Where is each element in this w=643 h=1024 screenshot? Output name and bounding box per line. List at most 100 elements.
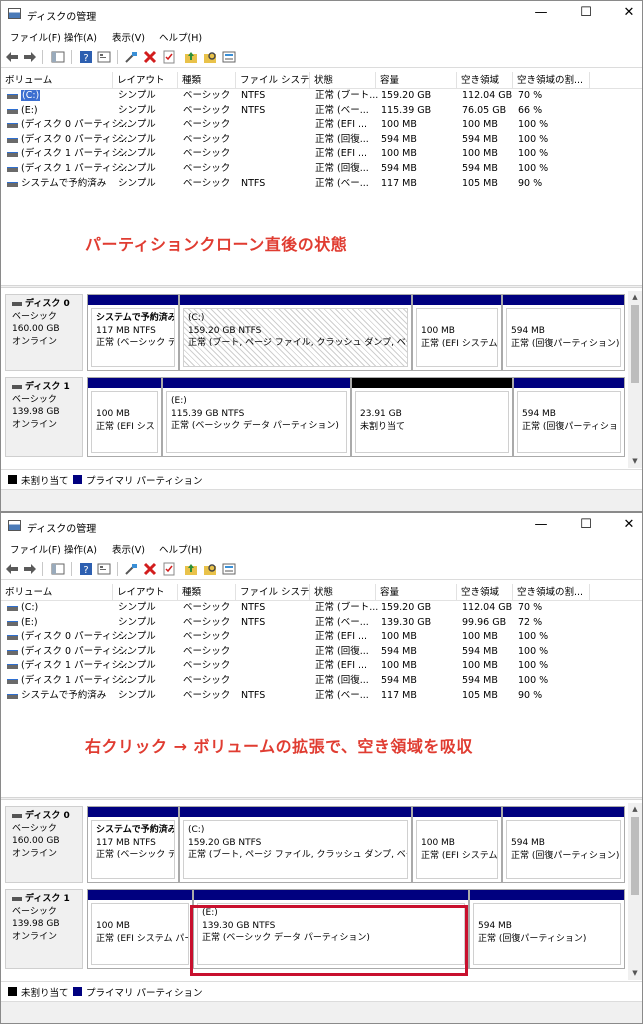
- column-header-free-percent[interactable]: 空き領域の割...: [513, 72, 590, 89]
- scroll-up-icon[interactable]: ▲: [630, 805, 640, 813]
- menu-file[interactable]: ファイル(F): [10, 542, 61, 556]
- folder-up-icon[interactable]: [184, 562, 198, 576]
- volume-row[interactable]: (ディスク 0 パーティシ... シンプル ベーシック 正常 (EFI ... …: [1, 630, 642, 645]
- disk-0-label[interactable]: ディスク 0 ベーシック 160.00 GB オンライン: [5, 806, 83, 883]
- close-button[interactable]: ✕: [621, 5, 637, 21]
- volume-row[interactable]: (ディスク 1 パーティシ... シンプル ベーシック 正常 (回復... 59…: [1, 674, 642, 689]
- partition-recovery[interactable]: 594 MB 正常 (回復パーティション): [502, 294, 625, 371]
- connect-icon[interactable]: [124, 50, 138, 64]
- scrollbar-thumb[interactable]: [631, 817, 639, 895]
- volume-row[interactable]: (C:) シンプル ベーシック NTFS 正常 (ブート... 159.20 G…: [1, 601, 642, 616]
- back-arrow-icon[interactable]: [5, 50, 19, 64]
- column-header-filesystem[interactable]: ファイル システム: [236, 584, 310, 601]
- column-header-capacity[interactable]: 容量: [376, 584, 457, 601]
- volume-row[interactable]: (ディスク 1 パーティシ... シンプル ベーシック 正常 (回復... 59…: [1, 162, 642, 177]
- disk-pane-scrollbar[interactable]: ▲ ▼: [628, 291, 642, 468]
- checklist-icon[interactable]: [162, 562, 176, 576]
- volume-row[interactable]: (ディスク 0 パーティシ... シンプル ベーシック 正常 (回復... 59…: [1, 645, 642, 660]
- view-icon[interactable]: [222, 562, 236, 576]
- volume-row[interactable]: システムで予約済み シンプル ベーシック NTFS 正常 (ベー... 117 …: [1, 177, 642, 192]
- volume-list-header: ボリューム レイアウト 種類 ファイル システム 状態 容量 空き領域 空き領域…: [1, 584, 642, 601]
- column-header-free-space[interactable]: 空き領域: [457, 584, 513, 601]
- volume-row[interactable]: (C:) シンプル ベーシック NTFS 正常 (ブート... 159.20 G…: [1, 89, 642, 104]
- menu-file[interactable]: ファイル(F): [10, 30, 61, 44]
- volume-row[interactable]: (E:) シンプル ベーシック NTFS 正常 (ベー... 139.30 GB…: [1, 616, 642, 631]
- disk-pane-scrollbar[interactable]: ▲ ▼: [628, 803, 642, 980]
- column-header-type[interactable]: 種類: [178, 584, 236, 601]
- maximize-button[interactable]: ☐: [578, 5, 594, 21]
- volume-row[interactable]: (ディスク 0 パーティシ... シンプル ベーシック 正常 (回復... 59…: [1, 133, 642, 148]
- pane-splitter[interactable]: [1, 285, 642, 288]
- column-header-free-percent[interactable]: 空き領域の割...: [513, 584, 590, 601]
- back-arrow-icon[interactable]: [5, 562, 19, 576]
- disk-1-label[interactable]: ディスク 1 ベーシック 139.98 GB オンライン: [5, 377, 83, 457]
- menu-action[interactable]: 操作(A): [64, 542, 97, 556]
- column-header-type[interactable]: 種類: [178, 72, 236, 89]
- menu-view[interactable]: 表示(V): [112, 542, 145, 556]
- partition-efi[interactable]: 100 MB 正常 (EFI システム: [412, 806, 502, 883]
- partition-recovery[interactable]: 594 MB 正常 (回復パーティショ: [513, 377, 625, 457]
- partition-e[interactable]: (E:) 115.39 GB NTFS 正常 (ベーシック データ パーティショ…: [162, 377, 351, 457]
- help-icon[interactable]: ?: [79, 50, 93, 64]
- search-folder-icon[interactable]: [203, 562, 217, 576]
- minimize-button[interactable]: —: [533, 5, 549, 21]
- forward-arrow-icon[interactable]: [23, 562, 37, 576]
- volume-capacity: 594 MB: [381, 675, 417, 686]
- maximize-button[interactable]: ☐: [578, 517, 594, 533]
- menu-action[interactable]: 操作(A): [64, 30, 97, 44]
- partition-efi[interactable]: 100 MB 正常 (EFI システム パー: [87, 889, 193, 969]
- console-tree-icon[interactable]: [51, 562, 65, 576]
- column-header-layout[interactable]: レイアウト: [113, 584, 178, 601]
- properties-icon[interactable]: [97, 562, 111, 576]
- properties-icon[interactable]: [97, 50, 111, 64]
- search-folder-icon[interactable]: [203, 50, 217, 64]
- menu-help[interactable]: ヘルプ(H): [159, 30, 202, 44]
- volume-row[interactable]: システムで予約済み シンプル ベーシック NTFS 正常 (ベー... 117 …: [1, 689, 642, 704]
- column-header-status[interactable]: 状態: [310, 72, 376, 89]
- scroll-up-icon[interactable]: ▲: [630, 293, 640, 301]
- volume-status: 正常 (EFI ...: [315, 631, 368, 643]
- partition-efi[interactable]: 100 MB 正常 (EFI システム: [412, 294, 502, 371]
- menu-view[interactable]: 表示(V): [112, 30, 145, 44]
- forward-arrow-icon[interactable]: [23, 50, 37, 64]
- scroll-down-icon[interactable]: ▼: [630, 969, 640, 977]
- scrollbar-thumb[interactable]: [631, 305, 639, 383]
- partition-efi[interactable]: 100 MB 正常 (EFI シス: [87, 377, 162, 457]
- partition-recovery[interactable]: 594 MB 正常 (回復パーティション): [502, 806, 625, 883]
- column-header-volume[interactable]: ボリューム: [1, 72, 113, 89]
- partition-c[interactable]: (C:) 159.20 GB NTFS 正常 (ブート, ページ ファイル, ク…: [179, 806, 412, 883]
- partition-unallocated[interactable]: 23.91 GB 未割り当て: [351, 377, 513, 457]
- scroll-down-icon[interactable]: ▼: [630, 457, 640, 465]
- toolbar-separator: [42, 562, 43, 576]
- help-icon[interactable]: ?: [79, 562, 93, 576]
- view-icon[interactable]: [222, 50, 236, 64]
- delete-icon[interactable]: [143, 562, 157, 576]
- column-header-volume[interactable]: ボリューム: [1, 584, 113, 601]
- partition-recovery[interactable]: 594 MB 正常 (回復パーティション): [469, 889, 625, 969]
- column-header-capacity[interactable]: 容量: [376, 72, 457, 89]
- connect-icon[interactable]: [124, 562, 138, 576]
- column-header-filesystem[interactable]: ファイル システム: [236, 72, 310, 89]
- checklist-icon[interactable]: [162, 50, 176, 64]
- disk-name: ディスク 0: [25, 811, 70, 821]
- disk-0-label[interactable]: ディスク 0 ベーシック 160.00 GB オンライン: [5, 294, 83, 371]
- disk-1-label[interactable]: ディスク 1 ベーシック 139.98 GB オンライン: [5, 889, 83, 969]
- volume-row[interactable]: (ディスク 0 パーティシ... シンプル ベーシック 正常 (EFI ... …: [1, 118, 642, 133]
- delete-icon[interactable]: [143, 50, 157, 64]
- column-header-layout[interactable]: レイアウト: [113, 72, 178, 89]
- volume-icon: [7, 620, 18, 626]
- volume-row[interactable]: (E:) シンプル ベーシック NTFS 正常 (ベー... 115.39 GB…: [1, 104, 642, 119]
- close-button[interactable]: ✕: [621, 517, 637, 533]
- console-tree-icon[interactable]: [51, 50, 65, 64]
- column-header-status[interactable]: 状態: [310, 584, 376, 601]
- minimize-button[interactable]: —: [533, 517, 549, 533]
- menu-help[interactable]: ヘルプ(H): [159, 542, 202, 556]
- volume-row[interactable]: (ディスク 1 パーティシ... シンプル ベーシック 正常 (EFI ... …: [1, 147, 642, 162]
- partition-system-reserved[interactable]: システムで予約済み 117 MB NTFS 正常 (ベーシック デ: [87, 294, 179, 371]
- partition-system-reserved[interactable]: システムで予約済み 117 MB NTFS 正常 (ベーシック デ: [87, 806, 179, 883]
- partition-c[interactable]: (C:) 159.20 GB NTFS 正常 (ブート, ページ ファイル, ク…: [179, 294, 412, 371]
- volume-row[interactable]: (ディスク 1 パーティシ... シンプル ベーシック 正常 (EFI ... …: [1, 659, 642, 674]
- folder-up-icon[interactable]: [184, 50, 198, 64]
- column-header-free-space[interactable]: 空き領域: [457, 72, 513, 89]
- pane-splitter[interactable]: [1, 797, 642, 800]
